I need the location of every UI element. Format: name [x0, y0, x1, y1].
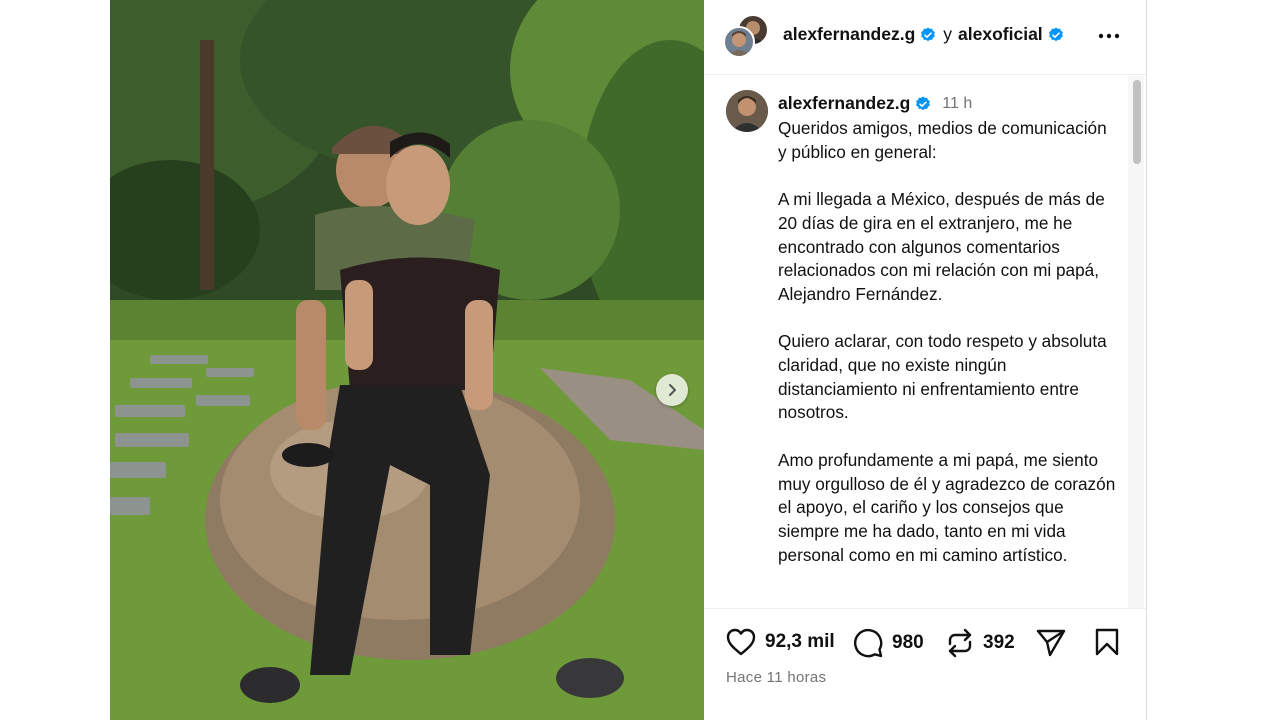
caption-author-avatar[interactable]	[726, 90, 768, 132]
caption-text: Queridos amigos, medios de comunicación …	[778, 117, 1118, 591]
scrollbar-thumb[interactable]	[1133, 80, 1141, 164]
repost-icon	[948, 628, 972, 658]
caption-paragraph: Amo profundamente a mi papá, me siento m…	[778, 449, 1116, 565]
comment-icon	[853, 628, 883, 658]
chevron-right-icon	[669, 384, 676, 396]
verified-badge-icon	[916, 96, 931, 110]
comment-button[interactable]: 980	[852, 627, 924, 659]
next-photo-button[interactable]	[656, 374, 688, 406]
caption-time[interactable]: 11 h	[942, 95, 972, 113]
usernames-joiner: y	[943, 24, 953, 44]
like-count[interactable]: 92,3 mil	[765, 631, 835, 653]
author-avatar[interactable]	[723, 26, 755, 58]
save-button[interactable]	[1094, 627, 1120, 657]
avatar-image	[726, 90, 768, 132]
share-icon	[1036, 629, 1066, 657]
repost-count[interactable]: 392	[983, 632, 1015, 654]
post-photo[interactable]	[110, 0, 704, 720]
like-button[interactable]: 92,3 mil	[725, 627, 835, 657]
post-timestamp[interactable]: Hace 11 horas	[726, 669, 826, 686]
caption-paragraph: Queridos amigos, medios de comunicación …	[778, 118, 1107, 162]
verified-badge-icon	[1048, 27, 1063, 41]
comment-count[interactable]: 980	[892, 632, 924, 654]
author-username-link[interactable]: alexfernandez.g	[783, 24, 915, 45]
heart-icon	[726, 628, 756, 656]
share-button[interactable]	[1035, 627, 1067, 657]
more-options-icon[interactable]	[1095, 26, 1123, 46]
post-header: alexfernandez.g y alexoficial	[704, 0, 1146, 75]
action-bar: 92,3 mil 980 392 Hace 11 horas	[704, 608, 1146, 720]
caption-paragraph: A mi llegada a México, después de más de…	[778, 189, 1105, 304]
caption-scroll-area[interactable]: alexfernandez.g 11 h Queridos amigos, me…	[704, 76, 1146, 608]
coauthor-username-link[interactable]: alexoficial	[958, 24, 1043, 45]
caption-header: alexfernandez.g 11 h	[778, 93, 972, 114]
avatar-image	[728, 31, 750, 56]
header-usernames: alexfernandez.g y alexoficial	[783, 24, 1064, 45]
collab-avatars[interactable]	[723, 14, 771, 60]
caption-author-username[interactable]: alexfernandez.g	[778, 93, 910, 114]
verified-badge-icon	[921, 27, 936, 41]
post-image	[110, 0, 704, 720]
post-details-panel: alexfernandez.g y alexoficial alexfernan…	[704, 0, 1147, 720]
bookmark-icon	[1095, 628, 1119, 656]
caption-paragraph: Quiero aclarar, con todo respeto y absol…	[778, 331, 1107, 423]
repost-button[interactable]: 392	[945, 627, 1015, 659]
